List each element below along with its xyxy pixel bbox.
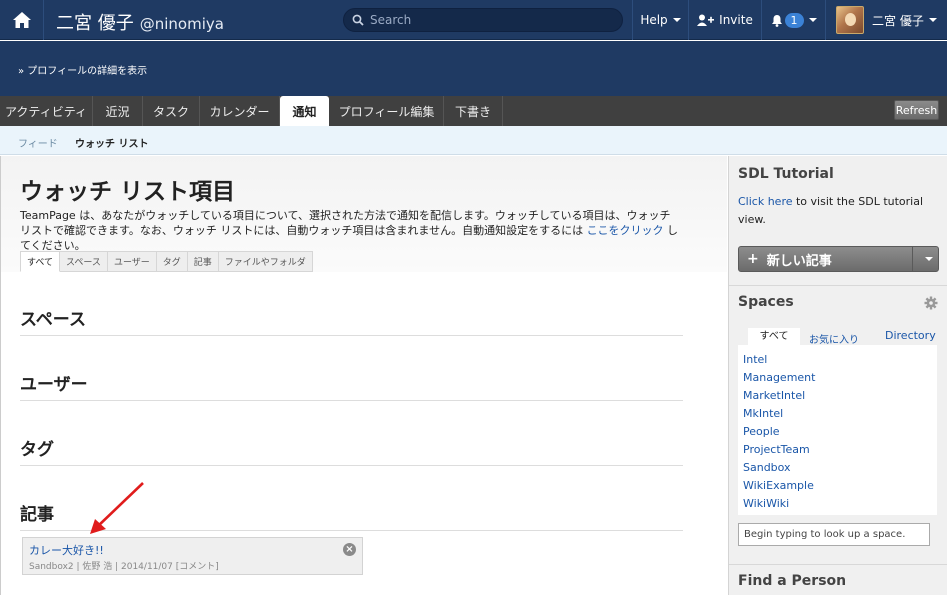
filter-tab-articles[interactable]: 記事 [187,251,219,272]
avatar [836,6,864,34]
spaces-tab-favorites[interactable]: お気に入り [809,331,859,346]
main-content: ウォッチ リスト項目 TeamPage は、あなたがウォッチしている項目について… [0,156,727,595]
home-button[interactable] [0,0,44,40]
article-title-link[interactable]: カレー大好き!! [29,542,104,558]
profile-details-link[interactable]: » プロフィールの詳細を表示 [18,62,147,77]
invite-button[interactable]: Invite [688,0,761,40]
section-heading-articles: 記事 [20,505,54,525]
plus-icon: + [747,251,759,267]
gear-icon[interactable] [924,296,938,310]
sub-navigation: フィード ウォッチ リスト [0,126,947,155]
divider [20,400,683,401]
remove-watch-icon[interactable]: × [343,543,356,556]
new-article-label: 新しい記事 [766,253,832,269]
profile-header: » プロフィールの詳細を表示 [0,41,947,96]
space-link[interactable]: Intel [743,353,767,366]
subnav-feed-link[interactable]: フィード [18,135,58,150]
notification-settings-link[interactable]: ここをクリック [587,224,664,237]
filter-tab-tags[interactable]: タグ [156,251,188,272]
watched-article-card: カレー大好き!! Sandbox2 | 佐野 浩 | 2014/11/07 [コ… [22,537,363,575]
space-link[interactable]: Management [743,371,815,384]
tab-notifications[interactable]: 通知 [280,96,329,127]
new-article-dropdown[interactable] [912,247,939,271]
spaces-heading: Spaces [738,294,794,310]
help-label: Help [640,13,668,27]
chevron-down-icon [808,18,817,22]
divider [729,564,947,565]
description-text: TeamPage は、あなたがウォッチしている項目について、選択された方法で通知… [20,209,671,237]
search-box[interactable] [343,8,623,32]
tab-drafts[interactable]: 下書き [444,96,503,126]
space-link[interactable]: People [743,425,780,438]
filter-tab-spaces[interactable]: スペース [60,251,108,272]
filter-tab-users[interactable]: ユーザー [107,251,157,272]
bell-icon [771,14,782,27]
chevron-down-icon [672,18,681,22]
divider [20,465,683,466]
right-sidebar: SDL Tutorial Click here to visit the SDL… [728,156,947,595]
subnav-watchlist[interactable]: ウォッチ リスト [75,135,148,150]
section-heading-spaces: スペース [20,310,86,330]
profile-tabs: アクティビティ 近況 タスク カレンダー 通知 プロフィール編集 下書き [0,96,947,127]
user-handle: @ninomiya [139,15,224,33]
user-display-name: 二宮 優子 @ninomiya [56,9,224,35]
account-name: 二宮 優子 [872,13,924,28]
filter-tab-files[interactable]: ファイルやフォルダ [218,251,313,272]
new-article-button[interactable]: + 新しい記事 [738,246,939,272]
tutorial-heading: SDL Tutorial [738,166,834,182]
spaces-list: Intel Management MarketIntel MkIntel Peo… [738,345,937,515]
space-link[interactable]: Sandbox [743,461,791,474]
space-link[interactable]: MarketIntel [743,389,805,402]
filter-tabs: すべて スペース ユーザー タグ 記事 ファイルやフォルダ [20,251,313,272]
red-arrow-annotation [90,482,144,534]
space-link[interactable]: MkIntel [743,407,783,420]
section-heading-users: ユーザー [20,375,88,395]
tab-status[interactable]: 近況 [93,96,143,126]
account-menu[interactable]: 二宮 優子 [825,0,947,40]
search-icon [352,14,364,26]
spaces-tab-all[interactable]: すべて [748,328,800,345]
divider [729,285,947,286]
page-title: ウォッチ リスト項目 [20,179,236,205]
divider [20,335,683,336]
invite-label: Invite [719,13,753,27]
spaces-tab-directory[interactable]: Directory [885,329,936,342]
page-description: TeamPage は、あなたがウォッチしている項目について、選択された方法で通知… [20,208,680,253]
tutorial-link[interactable]: Click here [738,195,793,208]
tutorial-text: Click here to visit the SDL tutorial vie… [738,193,933,229]
space-lookup-input[interactable] [738,523,930,546]
tab-calendar[interactable]: カレンダー [200,96,280,126]
find-person-heading: Find a Person [738,573,847,589]
article-meta: Sandbox2 | 佐野 浩 | 2014/11/07 [コメント] [29,562,219,572]
section-heading-tags: タグ [20,440,54,460]
page-header: ウォッチ リスト項目 TeamPage は、あなたがウォッチしている項目について… [1,156,727,272]
space-link[interactable]: ProjectTeam [743,443,810,456]
filter-tab-all[interactable]: すべて [20,251,61,272]
tab-edit-profile[interactable]: プロフィール編集 [330,96,444,126]
space-link[interactable]: WikiWiki [743,497,789,510]
notifications-menu[interactable]: 1 [761,0,825,40]
search-input[interactable] [370,13,610,27]
chevron-down-icon [928,18,937,22]
chevron-down-icon [924,257,933,261]
notification-count-badge: 1 [784,12,804,28]
help-menu[interactable]: Help [632,0,688,40]
space-link[interactable]: WikiExample [743,479,814,492]
add-user-icon [697,14,715,26]
tab-tasks[interactable]: タスク [143,96,200,126]
tab-activity[interactable]: アクティビティ [0,96,93,126]
top-navbar: 二宮 優子 @ninomiya Help Invite 1 二宮 優子 [0,0,947,40]
refresh-button[interactable]: Refresh [894,100,939,120]
user-name: 二宮 優子 [56,13,134,34]
home-icon [12,12,31,28]
